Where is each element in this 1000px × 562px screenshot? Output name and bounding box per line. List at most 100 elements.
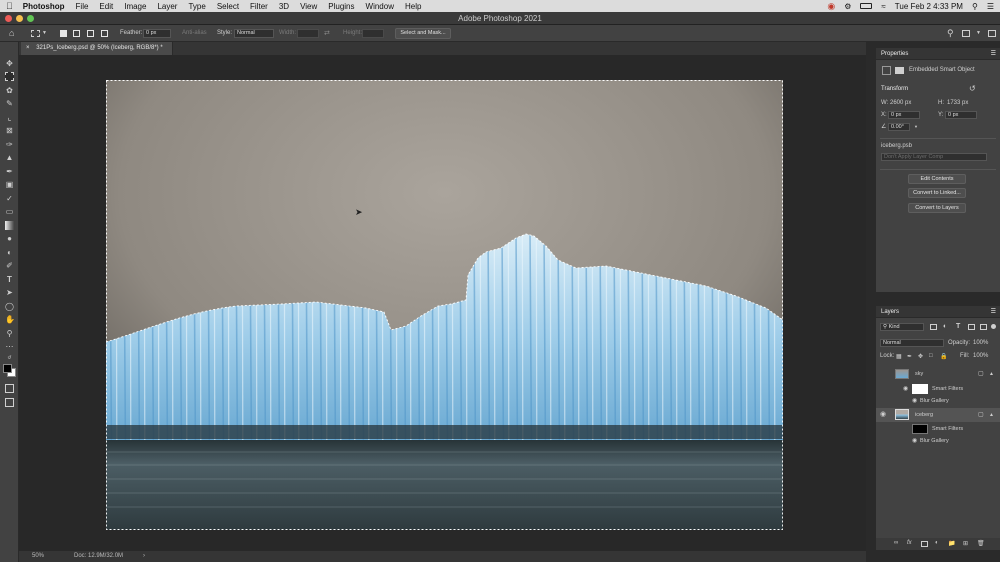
frame-tool-icon[interactable]: ⊠ [5,126,14,135]
filter-row[interactable]: ◉ Blur Gallery [876,435,1000,447]
chevron-right-icon[interactable]: › [143,551,145,562]
crop-tool-icon[interactable]: ⌞ [5,113,14,122]
filter-adjustment-icon[interactable]: ◐ [943,323,947,330]
ellipse-tool-icon[interactable]: ◯ [5,302,14,311]
brush-tool-icon[interactable]: ✒ [5,167,14,176]
fill-input[interactable]: 100% [973,353,988,359]
height-value[interactable]: 1733 px [947,100,968,106]
y-position-input[interactable]: 0 px [945,111,977,119]
quick-selection-icon[interactable]: ✎ [5,99,14,108]
height-input[interactable] [362,29,384,38]
menu-view[interactable]: View [300,2,317,11]
lock-all-icon[interactable]: 🔒 [940,353,947,360]
intersect-selection-icon[interactable] [101,30,108,37]
antialias-label[interactable]: Anti-alias [182,28,207,39]
x-position-input[interactable]: 0 px [888,111,920,119]
close-tab-icon[interactable]: × [26,45,30,51]
account-icon[interactable]: ⚙ [844,2,851,11]
eyedropper-icon[interactable]: ✑ [5,140,14,149]
convert-to-linked-button[interactable]: Convert to Linked... [908,188,966,198]
menubar-datetime[interactable]: Tue Feb 2 4:33 PM [895,2,963,11]
workspace-icon[interactable] [962,30,970,37]
zoom-window-button[interactable] [27,15,34,22]
filter-type-icon[interactable]: T [956,323,960,330]
canvas-area[interactable]: ➤ [19,55,866,551]
panel-menu-icon[interactable]: ☰ [991,306,996,318]
edit-contents-button[interactable]: Edit Contents [908,174,966,184]
blur-tool-icon[interactable]: ● [5,234,14,243]
close-window-button[interactable] [5,15,12,22]
filter-toggle-icon[interactable] [991,324,996,329]
menu-plugins[interactable]: Plugins [328,2,354,11]
filter-row[interactable]: ◉ Blur Gallery [876,395,1000,407]
menu-photoshop[interactable]: Photoshop [23,2,65,11]
swap-colors-icon[interactable]: ↺ [5,354,14,363]
reset-transform-icon[interactable]: ↺ [969,84,976,93]
properties-tab[interactable]: Properties [881,51,908,57]
filter-shape-icon[interactable] [968,324,975,330]
clone-stamp-icon[interactable]: ▣ [5,180,14,189]
chevron-down-icon[interactable]: ▼ [914,124,918,129]
chevron-down-icon[interactable]: ▼ [42,28,47,39]
control-center-icon[interactable]: ☰ [987,2,994,11]
apple-icon[interactable]:  [6,1,13,11]
new-selection-icon[interactable] [60,30,67,37]
lock-pixels-icon[interactable]: ✒ [907,353,912,360]
layer-name[interactable]: sky [915,368,923,380]
new-layer-icon[interactable]: ⊞ [963,540,968,547]
zoom-level[interactable]: 50% [32,551,44,562]
more-tools-icon[interactable]: ⋯ [5,342,14,351]
adjustment-layer-icon[interactable]: ◐ [935,540,939,546]
menu-file[interactable]: File [76,2,89,11]
layer-filter-select[interactable]: ⚲ Kind [880,323,924,331]
history-brush-icon[interactable]: ✓ [5,194,14,203]
quick-mask-icon[interactable] [5,384,14,393]
menu-help[interactable]: Help [405,2,421,11]
delete-layer-icon[interactable]: 🗑 [977,540,985,547]
doc-size[interactable]: Doc: 12.9M/32.0M [74,551,123,562]
creative-cloud-icon[interactable]: ◉ [827,1,835,12]
zoom-tool-icon[interactable]: ⚲ [5,329,14,338]
move-tool-icon[interactable]: ✥ [5,59,14,68]
menu-window[interactable]: Window [366,2,394,11]
layer-row-iceberg[interactable]: ◉ iceberg ▢ ▲ [876,408,1000,422]
style-select[interactable]: Normal [234,29,274,38]
lock-artboard-icon[interactable]: □ [929,353,933,359]
iceberg-image[interactable] [106,80,783,530]
filter-smart-object-icon[interactable] [980,324,987,330]
share-icon[interactable] [988,30,996,37]
select-and-mask-button[interactable]: Select and Mask... [395,28,451,39]
opacity-input[interactable]: 100% [973,340,988,346]
screen-mode-icon[interactable] [5,398,14,407]
home-icon[interactable]: ⌂ [9,28,14,39]
menu-layer[interactable]: Layer [157,2,177,11]
wifi-icon[interactable]: ≈ [881,2,885,11]
menu-image[interactable]: Image [124,2,146,11]
foreground-color-swatch[interactable] [3,364,12,373]
eye-icon[interactable]: ◉ [912,435,917,447]
menu-filter[interactable]: Filter [250,2,268,11]
eraser-tool-icon[interactable]: ▭ [5,207,14,216]
menu-type[interactable]: Type [188,2,205,11]
menu-3d[interactable]: 3D [279,2,289,11]
search-icon[interactable]: ⚲ [947,28,954,39]
angle-input[interactable]: 0.00° [888,123,910,131]
layer-visibility-toggle[interactable] [880,370,888,378]
convert-to-layers-button[interactable]: Convert to Layers [908,203,966,213]
chevron-down-icon[interactable]: ▼ [976,28,981,39]
eye-icon[interactable]: ◉ [912,395,917,407]
marquee-preset-icon[interactable] [31,30,40,37]
width-value[interactable]: 2600 px [890,100,911,106]
filter-pixel-icon[interactable] [930,324,937,330]
minimize-window-button[interactable] [16,15,23,22]
smart-filters-row[interactable]: Smart Filters [876,423,1000,435]
panel-menu-icon[interactable]: ☰ [991,48,996,60]
layer-row-sky[interactable]: sky ▢ ▲ [876,368,1000,380]
layers-tab[interactable]: Layers [881,309,899,315]
lasso-tool-icon[interactable]: ✿ [5,86,14,95]
hand-tool-icon[interactable]: ✋ [5,315,15,324]
lock-transparent-icon[interactable]: ▦ [896,353,902,360]
collapse-icon[interactable]: ▲ [989,368,994,380]
add-selection-icon[interactable] [73,30,80,37]
eye-icon[interactable]: ◉ [880,411,886,419]
